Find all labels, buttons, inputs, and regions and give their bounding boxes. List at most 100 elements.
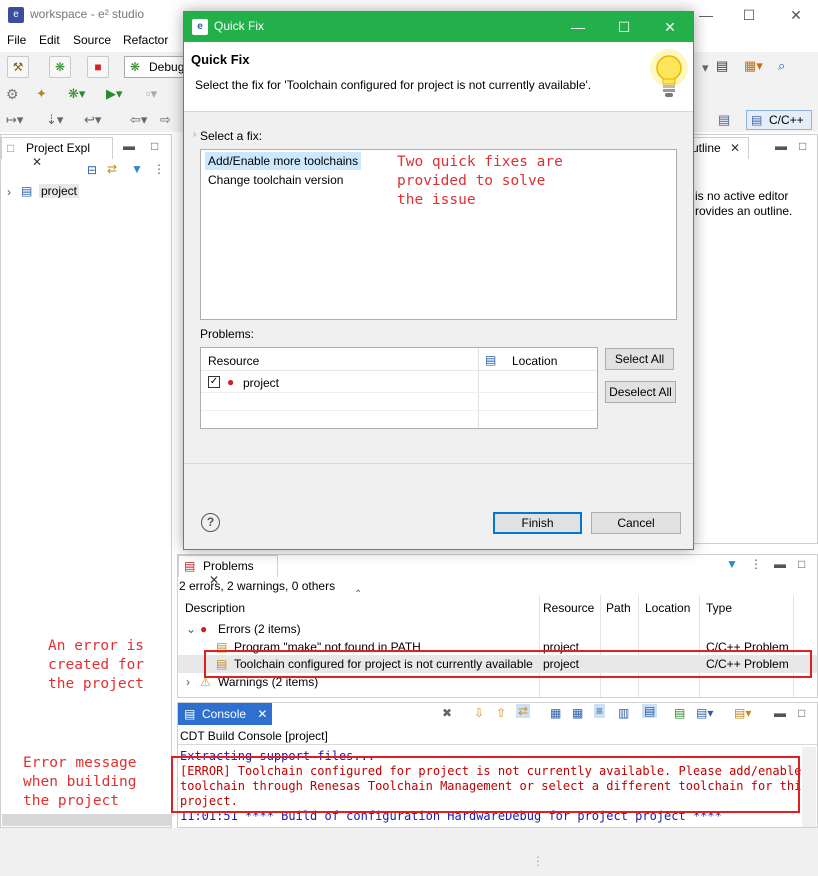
clear-console-icon[interactable]: ▥ (618, 706, 629, 720)
outline-message-line2: rovides an outline. (695, 204, 793, 218)
help-icon[interactable]: ? (201, 513, 220, 532)
maximize-button[interactable]: ☐ (739, 5, 759, 25)
dialog-maximize-button[interactable]: ☐ (614, 17, 634, 37)
settings-gear-icon[interactable]: ⚙ (6, 86, 19, 103)
minimize-view-icon[interactable]: ▬ (774, 706, 786, 720)
cancel-button[interactable]: Cancel (591, 512, 681, 534)
deselect-all-button[interactable]: Deselect All (605, 381, 676, 403)
problem-highlight-box (204, 650, 812, 678)
forward-arrow-icon[interactable]: ⇨ (160, 112, 171, 128)
menu-source[interactable]: Source (73, 33, 111, 47)
finish-button[interactable]: Finish (493, 512, 582, 534)
new-console-icon[interactable]: ▤ (674, 706, 685, 720)
fix-add-enable-toolchains[interactable]: Add/Enable more toolchains (205, 152, 362, 170)
launch-config-label: Debug (149, 60, 184, 74)
close-window-button[interactable]: ✕ (786, 5, 806, 25)
console-save-icon[interactable]: ▦ (572, 706, 583, 720)
column-description[interactable]: Description (185, 601, 245, 615)
tab-console[interactable]: ▤ Console ✕ (178, 703, 272, 725)
view-menu-icon[interactable]: ⋮ (750, 557, 762, 571)
history-back-icon[interactable]: ↦▾ (6, 112, 23, 128)
fix-list[interactable]: Add/Enable more toolchains Change toolch… (200, 149, 677, 320)
minimize-view-icon[interactable]: ▬ (775, 139, 787, 153)
filter-icon[interactable]: ▼ (131, 162, 143, 176)
console-icon: ▤ (184, 707, 196, 721)
build-hammer-icon[interactable]: ⚒ (7, 56, 29, 78)
close-icon[interactable]: ✕ (32, 155, 42, 169)
problems-summary: 2 errors, 2 warnings, 0 others (179, 579, 336, 593)
folder-icon: □ (7, 141, 15, 155)
filter-icon[interactable]: ▼ (726, 557, 738, 571)
launch-config-combo[interactable]: ❋ Debug (124, 56, 184, 78)
word-wrap-icon[interactable]: ≡ (594, 704, 606, 718)
console-scrollbar[interactable] (802, 747, 816, 827)
dialog-title: Quick Fix (214, 19, 265, 33)
menu-refactor[interactable]: Refactor (123, 33, 168, 47)
back-arrow-icon[interactable]: ⇦▾ (130, 112, 147, 128)
column-location[interactable]: Location (512, 354, 557, 368)
perspective-cpp-button[interactable]: ▤ C/C++ (746, 110, 812, 130)
minimize-view-icon[interactable]: ▬ (123, 139, 135, 153)
chevron-down-icon[interactable]: ⌄ (186, 622, 196, 636)
open-console-icon[interactable]: ▤▾ (734, 706, 751, 720)
maximize-view-icon[interactable]: □ (798, 706, 805, 720)
remove-launch-icon[interactable]: ✖ (442, 706, 452, 720)
annotation-next-icon[interactable]: ⇣▾ (46, 112, 63, 128)
project-tree-item[interactable]: project (39, 184, 80, 198)
explorer-hscrollbar[interactable] (2, 814, 172, 826)
chevron-right-icon[interactable]: › (186, 675, 190, 689)
display-console-icon[interactable]: ▤▾ (696, 706, 713, 720)
column-type[interactable]: Type (706, 601, 732, 615)
view-menu-icon[interactable]: ⋮ (153, 162, 165, 176)
scroll-up-icon[interactable]: ⇧ (496, 706, 506, 720)
components-icon[interactable]: ▦▾ (744, 58, 763, 74)
minimize-button[interactable]: — (696, 5, 716, 25)
link-console-icon[interactable]: ⇄ (516, 704, 531, 718)
dialog-close-button[interactable]: ✕ (660, 17, 680, 37)
tab-project-explorer[interactable]: □ Project Expl ✕ (1, 137, 113, 169)
console-tab-label: Console (202, 707, 247, 721)
debug-bug-icon[interactable]: ❋ (49, 56, 71, 78)
toolbar-dropdown-icon[interactable]: ▾ (702, 60, 709, 76)
resize-grip-icon[interactable]: ⋮ (532, 854, 544, 868)
link-editor-icon[interactable]: ⇄ (107, 162, 117, 176)
wizard-icon[interactable]: ✦ (36, 86, 47, 102)
select-all-button[interactable]: Select All (605, 348, 674, 370)
tab-outline[interactable]: utline ✕ (687, 137, 749, 159)
column-location[interactable]: Location (645, 601, 690, 615)
binary-icon[interactable]: ▤ (716, 58, 728, 74)
search-tool-icon[interactable]: ⌕ (778, 58, 785, 74)
problem-checkbox[interactable]: ✓ (208, 376, 220, 388)
chevron-right-icon[interactable]: › (7, 185, 11, 199)
console-header: CDT Build Console [project] (180, 729, 328, 743)
fix-change-toolchain-version[interactable]: Change toolchain version (205, 171, 346, 189)
open-perspective-icon[interactable]: ▤ (718, 112, 730, 128)
column-path[interactable]: Path (606, 601, 631, 615)
menu-file[interactable]: File (7, 33, 26, 47)
tab-problems[interactable]: ▤ Problems ✕ (178, 555, 278, 587)
column-resource[interactable]: Resource (543, 601, 594, 615)
errors-group-row[interactable]: ⌄ ● Errors (2 items) (178, 621, 817, 639)
external-tools-icon[interactable]: ▫▾ (146, 86, 157, 102)
stop-icon[interactable]: ■ (87, 56, 109, 78)
pin-console-icon[interactable]: ▤ (642, 704, 658, 718)
menu-edit[interactable]: Edit (39, 33, 60, 47)
column-resource[interactable]: Resource (208, 354, 259, 368)
dialog-heading: Quick Fix (191, 52, 250, 67)
console-copy-icon[interactable]: ▦ (550, 706, 561, 720)
close-icon[interactable]: ✕ (730, 141, 740, 155)
dialog-minimize-button[interactable]: — (568, 17, 588, 37)
maximize-view-icon[interactable]: □ (798, 557, 805, 571)
collapse-all-icon[interactable]: ⊟ (87, 163, 97, 177)
last-edit-icon[interactable]: ↩▾ (84, 112, 101, 128)
debug-run-icon[interactable]: ❋▾ (68, 86, 85, 102)
minimize-view-icon[interactable]: ▬ (774, 557, 786, 571)
perspective-label: C/C++ (769, 113, 804, 127)
scroll-down-icon[interactable]: ⇩ (474, 706, 484, 720)
console-highlight-box (171, 756, 800, 813)
maximize-view-icon[interactable]: □ (151, 139, 158, 153)
c-project-icon: ▤ (21, 184, 33, 198)
run-icon[interactable]: ▶▾ (106, 86, 123, 102)
maximize-view-icon[interactable]: □ (799, 139, 806, 153)
close-icon[interactable]: ✕ (257, 707, 267, 721)
